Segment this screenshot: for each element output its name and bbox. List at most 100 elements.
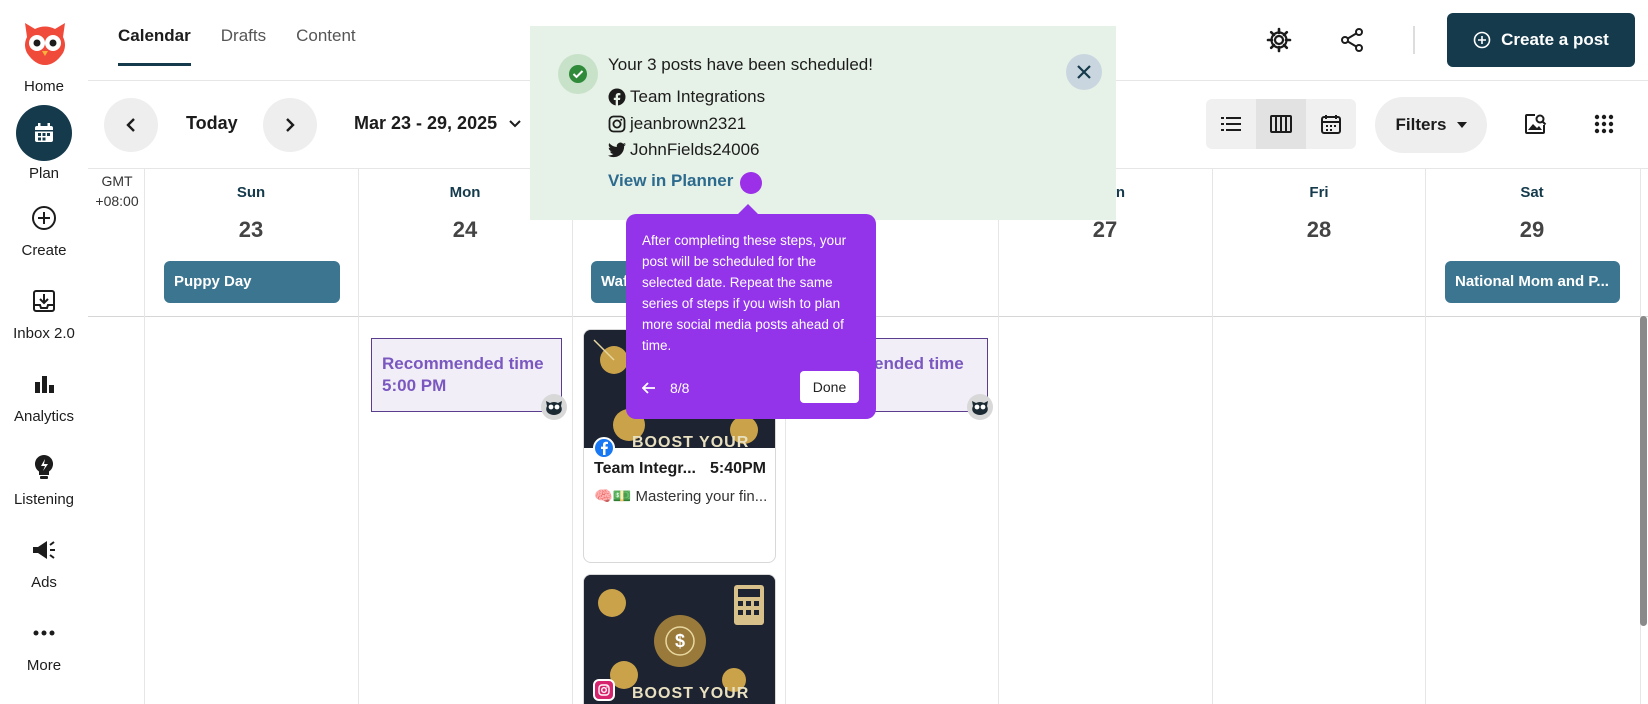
recommended-time-label: Recommended time <box>382 354 544 373</box>
view-switcher <box>1206 99 1356 149</box>
thumbnail-caption: BOOST YOUR <box>632 685 750 702</box>
chevron-left-icon <box>125 118 137 132</box>
caret-down-icon <box>1456 122 1467 128</box>
success-check-icon <box>558 54 598 94</box>
day-number: 28 <box>1306 217 1332 242</box>
sidebar-item-plan[interactable]: Plan <box>0 105 88 182</box>
tab-calendar[interactable]: Calendar <box>118 0 191 66</box>
scheduled-notification: Your 3 posts have been scheduled! Team I… <box>530 26 1116 220</box>
day-number: 27 <box>1092 217 1118 242</box>
owl-avatar-icon <box>967 394 993 420</box>
calendar-icon <box>16 105 72 161</box>
recommended-time-slot[interactable]: Recommended time 5:00 PM <box>371 338 562 412</box>
owl-logo-icon[interactable] <box>19 15 71 67</box>
list-view-icon[interactable] <box>1206 99 1256 149</box>
image-search-icon[interactable] <box>1517 106 1553 142</box>
month-view-icon[interactable] <box>1306 99 1356 149</box>
close-icon[interactable] <box>1066 54 1102 90</box>
facebook-icon <box>593 437 615 459</box>
sidebar-item-create[interactable]: Create <box>0 198 88 259</box>
column-divider <box>572 168 573 704</box>
sidebar-item-label: Inbox 2.0 <box>13 325 75 342</box>
post-header: Team Integr... 5:40PM <box>594 460 766 478</box>
post-excerpt: 🧠💵 Mastering your fin... <box>594 488 768 505</box>
megaphone-icon <box>24 530 64 570</box>
scheduled-post-card[interactable]: $ BOOST YOUR <box>583 574 776 704</box>
tab-drafts[interactable]: Drafts <box>221 0 266 66</box>
day-header-sat: Sat 29 <box>1426 184 1638 243</box>
create-post-button[interactable]: Create a post <box>1447 13 1635 67</box>
date-range-label: Mar 23 - 29, 2025 <box>354 113 498 133</box>
emoji-brain-money-icon: 🧠💵 <box>594 488 632 505</box>
arrow-left-icon[interactable] <box>642 382 656 394</box>
sidebar-item-more[interactable]: More <box>0 613 88 674</box>
walkthrough-hotspot[interactable] <box>740 172 762 194</box>
svg-text:$: $ <box>675 631 685 651</box>
vertical-scrollbar[interactable] <box>1640 316 1647 626</box>
post-time: 5:40PM <box>709 460 766 477</box>
recommended-time-label: ended time <box>874 354 964 373</box>
day-number: 29 <box>1519 217 1545 242</box>
column-divider <box>358 168 359 704</box>
tooltip-text: After completing these steps, your post … <box>642 233 847 353</box>
today-button[interactable]: Today <box>186 113 238 134</box>
walkthrough-tooltip: After completing these steps, your post … <box>626 204 876 419</box>
facebook-icon <box>608 88 626 106</box>
bar-chart-icon <box>24 364 64 404</box>
filters-dropdown[interactable]: Filters <box>1375 97 1487 153</box>
post-account: Team Integr... <box>594 460 696 477</box>
top-tabs: Calendar Drafts Content <box>118 0 356 66</box>
lightbulb-icon <box>24 447 64 487</box>
next-week-button[interactable] <box>263 98 317 152</box>
inbox-icon <box>24 281 64 321</box>
holiday-chip[interactable]: National Mom and P... <box>1445 261 1620 303</box>
sidebar-item-analytics[interactable]: Analytics <box>0 364 88 425</box>
view-in-planner-link[interactable]: View in Planner <box>608 171 733 191</box>
thumbnail-caption: BOOST YOUR <box>632 434 750 448</box>
header-separator <box>1413 26 1415 54</box>
instagram-icon <box>608 115 626 133</box>
date-range-selector[interactable]: Mar 23 - 29, 2025 <box>354 113 521 134</box>
done-button[interactable]: Done <box>800 371 859 403</box>
column-divider <box>1212 168 1213 704</box>
column-divider <box>998 168 999 704</box>
sidebar-item-label: Home <box>23 78 64 95</box>
chevron-right-icon <box>284 118 296 132</box>
notification-title: Your 3 posts have been scheduled! <box>608 55 873 74</box>
sidebar-item-listening[interactable]: Listening <box>0 447 88 508</box>
sidebar-item-home[interactable]: Home <box>0 74 88 95</box>
plus-circle-icon <box>1473 31 1491 49</box>
tab-content[interactable]: Content <box>296 0 356 66</box>
sidebar-item-label: Listening <box>13 491 75 508</box>
chevron-down-icon <box>509 119 521 128</box>
holiday-chip[interactable]: Puppy Day <box>164 261 340 303</box>
day-of-week: Sat <box>1520 184 1544 201</box>
share-icon[interactable] <box>1334 22 1370 58</box>
sidebar-item-inbox[interactable]: Inbox 2.0 <box>0 281 88 342</box>
notification-account: Team Integrations <box>608 87 765 107</box>
sidebar-item-label: Ads <box>31 574 57 591</box>
sidebar-item-label: Plan <box>28 165 60 182</box>
owl-avatar-icon <box>541 394 567 420</box>
recommended-time-value: 5:00 PM <box>382 376 447 395</box>
twitter-bird-icon <box>608 142 626 158</box>
plus-circle-icon <box>24 198 64 238</box>
notification-account: JohnFields24006 <box>608 140 759 160</box>
day-of-week: Sun <box>236 184 266 201</box>
prev-week-button[interactable] <box>104 98 158 152</box>
day-number: 24 <box>452 217 478 242</box>
more-dots-icon <box>24 613 64 653</box>
column-divider <box>144 168 145 704</box>
day-header-sun: Sun 23 <box>145 184 357 243</box>
apps-grid-icon[interactable] <box>1586 106 1622 142</box>
filters-label: Filters <box>1395 115 1447 134</box>
column-divider <box>1425 168 1426 704</box>
sidebar-item-label: More <box>26 657 62 674</box>
timezone-label: GMT +08:00 <box>95 173 139 209</box>
week-view-icon[interactable] <box>1256 99 1306 149</box>
notification-account: jeanbrown2321 <box>608 114 746 134</box>
create-post-label: Create a post <box>1501 30 1609 49</box>
sidebar-item-label: Analytics <box>13 408 75 425</box>
sidebar-item-ads[interactable]: Ads <box>0 530 88 591</box>
settings-gear-icon[interactable] <box>1261 22 1297 58</box>
